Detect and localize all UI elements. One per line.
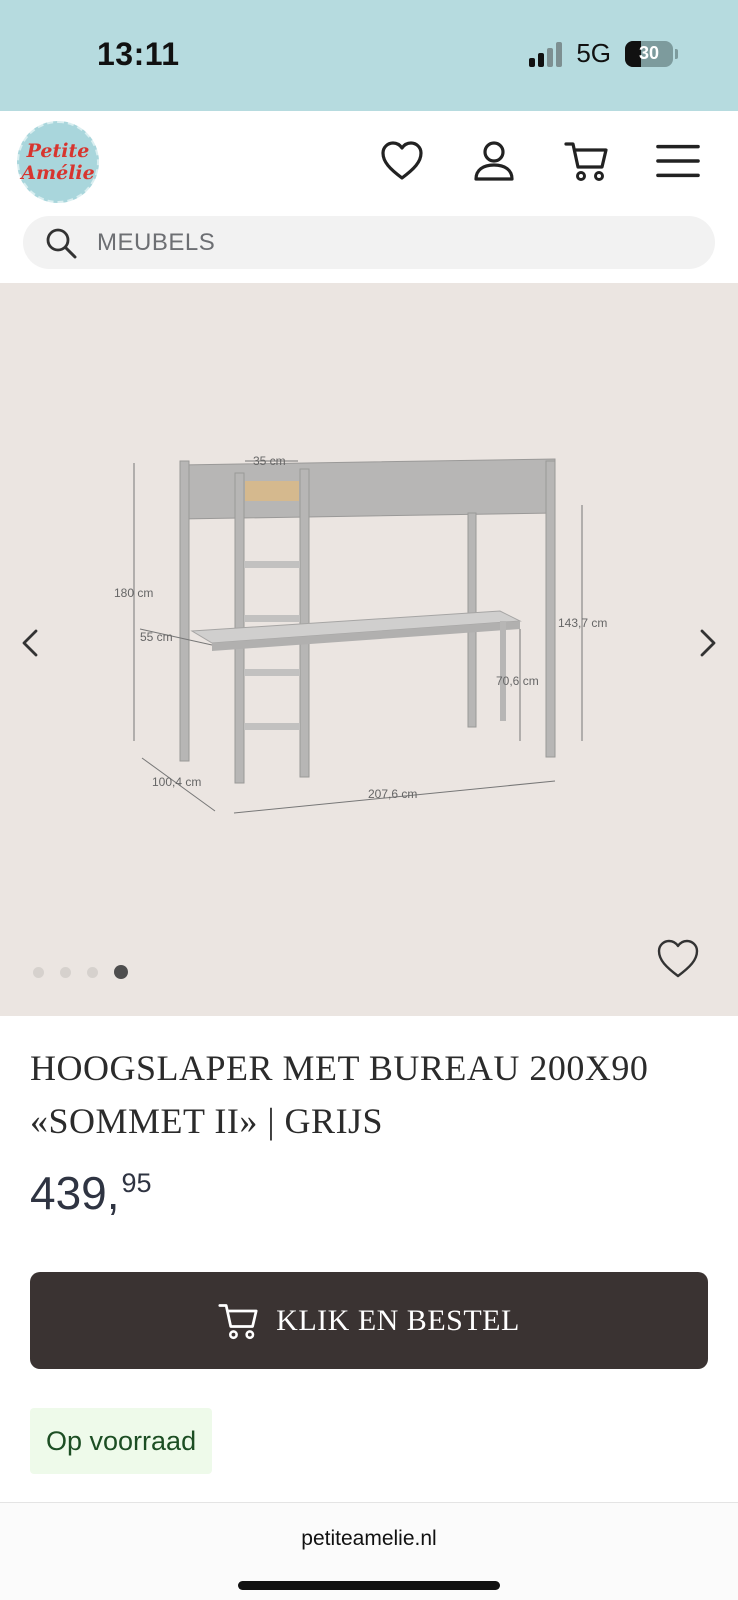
order-button-label: KLIK EN BESTEL [276, 1303, 520, 1337]
price-main: 439, [30, 1167, 120, 1219]
signal-icon [529, 41, 563, 67]
battery-icon: 30 [625, 40, 673, 67]
gallery-dot-active[interactable] [114, 965, 128, 979]
gallery-dot[interactable] [33, 966, 44, 978]
product-price: 439, 95 [30, 1166, 152, 1220]
browser-address-bar[interactable]: petiteamelie.nl [0, 1502, 738, 1600]
site-header: Petite Amélie MEUBELS [0, 111, 738, 283]
account-icon[interactable] [472, 139, 516, 183]
gallery-dot[interactable] [60, 966, 71, 978]
price-cents: 95 [121, 1168, 152, 1198]
browser-url[interactable]: petiteamelie.nl [0, 1527, 738, 1551]
status-indicators: 5G 30 [529, 38, 678, 69]
header-actions [380, 139, 700, 183]
logo-line-1: Petite [26, 140, 90, 162]
site-logo[interactable]: Petite Amélie [17, 121, 99, 203]
dim-height-total: 180 cm [114, 586, 153, 600]
favorite-heart-icon[interactable] [656, 937, 700, 981]
order-button[interactable]: KLIK EN BESTEL [30, 1272, 708, 1369]
product-title: HOOGSLAPER MET BUREAU 200X90 «SOMMET II»… [30, 1042, 710, 1148]
home-indicator[interactable] [238, 1581, 500, 1590]
dim-width: 100,4 cm [152, 775, 201, 789]
dim-length: 207,6 cm [368, 787, 417, 801]
dim-ladder-gap: 35 cm [253, 454, 286, 468]
product-gallery[interactable]: 35 cm 180 cm 55 cm 143,7 cm 70,6 cm 100,… [0, 283, 738, 1016]
search-bar[interactable]: MEUBELS [23, 216, 715, 269]
dim-desk-depth: 55 cm [140, 630, 173, 644]
dim-desk-height: 70,6 cm [496, 674, 539, 688]
search-icon [46, 228, 77, 258]
menu-icon[interactable] [656, 139, 700, 183]
product-title-line-2: «SOMMET II» | GRIJS [30, 1101, 384, 1141]
stock-badge: Op voorraad [30, 1408, 213, 1474]
wishlist-heart-icon[interactable] [380, 139, 424, 183]
cart-icon[interactable] [564, 139, 608, 183]
gallery-pagination [33, 965, 128, 979]
gallery-dot[interactable] [87, 966, 98, 978]
network-type: 5G [576, 38, 611, 68]
product-image: 35 cm 180 cm 55 cm 143,7 cm 70,6 cm 100,… [114, 454, 607, 814]
status-bar: 13:11 5G 30 [0, 0, 738, 111]
search-input[interactable]: MEUBELS [97, 229, 215, 257]
cart-icon [218, 1303, 258, 1339]
chevron-right-icon[interactable] [692, 628, 722, 658]
chevron-left-icon[interactable] [16, 628, 46, 658]
logo-line-2: Amélie [21, 162, 95, 184]
dim-height-under-bed: 143,7 cm [558, 616, 607, 630]
battery-level: 30 [638, 43, 660, 63]
mattress-slats [245, 481, 299, 501]
stock-label: Op voorraad [46, 1425, 197, 1456]
status-time: 13:11 [97, 36, 180, 72]
product-title-line-1: HOOGSLAPER MET BUREAU 200X90 [30, 1048, 649, 1088]
